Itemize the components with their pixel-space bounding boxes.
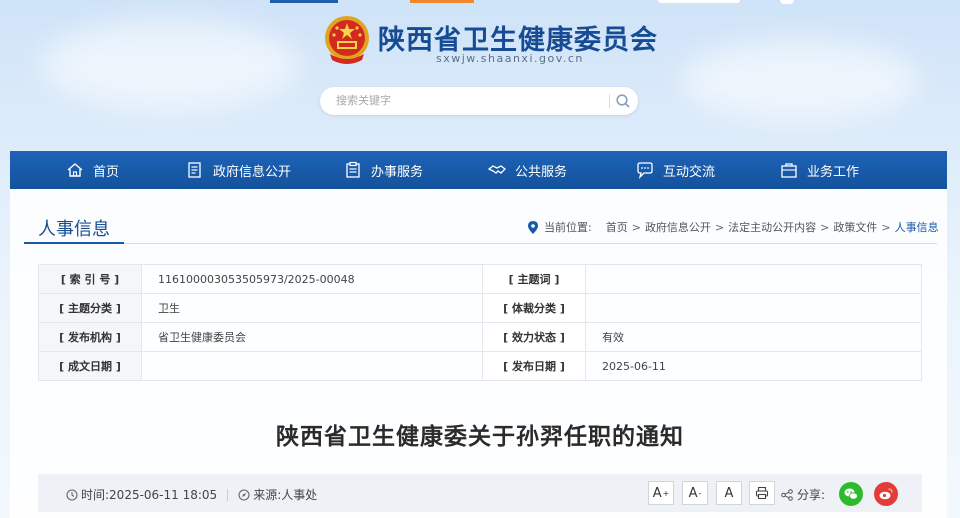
compass-icon: [238, 488, 250, 501]
share-text: 分享:: [797, 488, 826, 502]
meta-key-index: [ 索 引 号 ]: [38, 264, 142, 294]
breadcrumb-link-policy[interactable]: 政策文件: [833, 219, 877, 235]
wechat-icon: [844, 488, 858, 500]
section-divider-accent: [24, 242, 124, 244]
font-increase-button[interactable]: A +: [648, 481, 674, 505]
plus-icon: +: [662, 488, 670, 498]
nav-item-public-services[interactable]: 公共服务: [488, 151, 567, 189]
breadcrumb-separator: >: [820, 220, 830, 234]
meta-value-index: 116100003053505973/2025-00048: [141, 264, 483, 294]
nav-item-label: 办事服务: [371, 164, 424, 180]
time-label: 时间:: [81, 488, 110, 502]
printer-icon: [755, 486, 769, 500]
main-nav: 首页 政府信息公开 办事服务 公共服务 互动交流 业务工作: [10, 151, 947, 189]
meta-key-publish-date: [ 发布日期 ]: [482, 351, 586, 381]
meta-key-keywords: [ 主题词 ]: [482, 264, 586, 294]
weibo-share-button[interactable]: [874, 482, 898, 506]
meta-key-genre: [ 体裁分类 ]: [482, 293, 586, 323]
meta-divider: [227, 488, 229, 501]
font-decrease-label: A: [688, 485, 698, 501]
font-increase-label: A: [652, 485, 662, 501]
nav-item-label: 业务工作: [807, 164, 860, 180]
meta-value-keywords: [585, 264, 922, 294]
nav-item-label: 首页: [93, 164, 120, 180]
article-meta: 时间: 2025-06-11 18:05 来源: 人事处: [66, 486, 317, 503]
weibo-icon: [879, 488, 893, 500]
document-icon: [188, 162, 201, 178]
meta-value-validity: 有效: [585, 322, 922, 352]
nav-item-gov-info[interactable]: 政府信息公开: [186, 151, 291, 189]
table-row: [ 发布机构 ] 省卫生健康委员会 [ 效力状态 ] 有效: [38, 322, 922, 352]
section-divider: [24, 243, 937, 244]
font-reset-label: A: [724, 485, 734, 501]
location-pin-icon: [528, 220, 538, 234]
search-divider: [609, 94, 610, 108]
meta-value-topic: 卫生: [141, 293, 483, 323]
print-button[interactable]: [749, 481, 775, 505]
breadcrumb-current[interactable]: 人事信息: [895, 219, 939, 235]
article-source: 人事处: [281, 488, 318, 502]
meta-value-genre: [585, 293, 922, 323]
meta-key-publisher: [ 发布机构 ]: [38, 322, 142, 352]
clipboard-icon: [346, 161, 360, 178]
meta-key-validity: [ 效力状态 ]: [482, 322, 586, 352]
table-row: [ 成文日期 ] [ 发布日期 ] 2025-06-11: [38, 351, 922, 381]
nav-item-interaction[interactable]: 互动交流: [636, 151, 715, 189]
cloud-decoration: [680, 40, 920, 120]
font-decrease-button[interactable]: A-: [682, 481, 708, 505]
share-icon: [781, 488, 793, 501]
article-title: 陕西省卫生健康委关于孙羿任职的通知: [276, 424, 684, 450]
share-label: 分享:: [781, 486, 825, 503]
meta-value-publish-date: 2025-06-11: [585, 351, 922, 381]
briefcase-icon: [781, 163, 797, 178]
meta-key-topic: [ 主题分类 ]: [38, 293, 142, 323]
top-strip-dot: [780, 0, 794, 4]
publish-time: 2025-06-11 18:05: [109, 487, 218, 502]
breadcrumb-link-statutory[interactable]: 法定主动公开内容: [728, 219, 816, 235]
breadcrumb-link-gov-info[interactable]: 政府信息公开: [645, 219, 711, 235]
nav-item-home[interactable]: 首页: [66, 151, 119, 189]
top-strip-blue: [270, 0, 338, 3]
top-strip-orange: [410, 0, 474, 3]
breadcrumb: 当前位置: 首页 > 政府信息公开 > 法定主动公开内容 > 政策文件 > 人事…: [528, 219, 939, 235]
nav-item-label: 公共服务: [515, 164, 568, 180]
font-reset-button[interactable]: A: [716, 481, 742, 505]
breadcrumb-separator: >: [714, 220, 725, 234]
search-icon[interactable]: [615, 93, 631, 109]
breadcrumb-link-home[interactable]: 首页: [606, 219, 628, 235]
handshake-icon: [488, 165, 506, 174]
breadcrumb-separator: >: [881, 220, 891, 234]
site-domain: sxwjw.shaanxi.gov.cn: [436, 52, 584, 65]
breadcrumb-label: 当前位置:: [544, 221, 592, 234]
meta-key-written-date: [ 成文日期 ]: [38, 351, 142, 381]
meta-value-written-date: [141, 351, 483, 381]
home-icon: [67, 163, 83, 177]
minus-icon: -: [698, 488, 702, 498]
search-box: [320, 87, 638, 115]
national-emblem-icon: [325, 16, 369, 64]
breadcrumb-separator: >: [631, 220, 641, 234]
wechat-share-button[interactable]: [839, 482, 863, 506]
nav-item-business[interactable]: 业务工作: [780, 151, 859, 189]
top-strip-white: [658, 0, 740, 3]
clock-icon: [66, 488, 78, 501]
source-label: 来源:: [253, 488, 282, 502]
search-input[interactable]: [334, 93, 608, 108]
chat-icon: [637, 162, 653, 179]
section-title: 人事信息: [38, 219, 110, 240]
nav-item-label: 互动交流: [663, 164, 716, 180]
table-row: [ 索 引 号 ] 116100003053505973/2025-00048 …: [38, 264, 922, 294]
table-row: [ 主题分类 ] 卫生 [ 体裁分类 ]: [38, 293, 922, 323]
meta-value-publisher: 省卫生健康委员会: [141, 322, 483, 352]
nav-item-label: 政府信息公开: [213, 164, 292, 180]
document-meta-table: [ 索 引 号 ] 116100003053505973/2025-00048 …: [38, 264, 922, 381]
nav-item-services[interactable]: 办事服务: [344, 151, 423, 189]
cloud-decoration: [40, 20, 300, 110]
